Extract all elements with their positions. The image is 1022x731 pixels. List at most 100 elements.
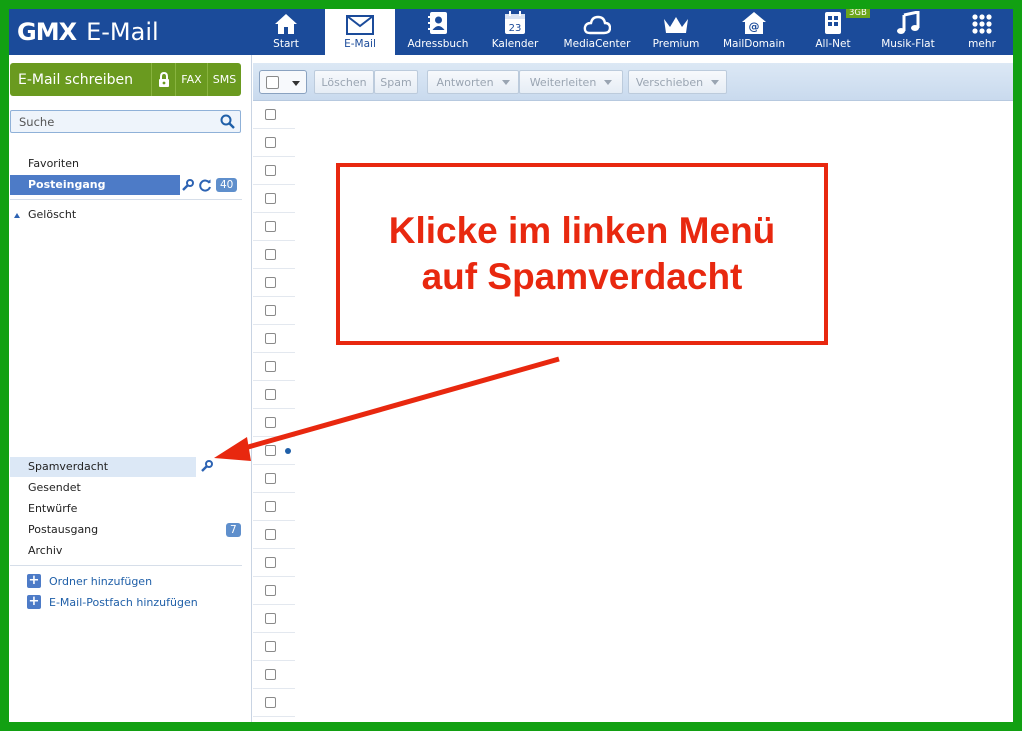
row-checkbox[interactable] — [265, 305, 276, 316]
table-row[interactable] — [253, 129, 295, 157]
row-checkbox[interactable] — [265, 501, 276, 512]
address-book-icon — [428, 12, 447, 34]
forward-button[interactable]: Weiterleiten — [519, 70, 623, 94]
table-row[interactable] — [253, 297, 295, 325]
row-checkbox[interactable] — [265, 361, 276, 372]
refresh-icon[interactable] — [198, 178, 212, 192]
nav-start[interactable]: Start — [256, 9, 316, 55]
add-folder-link[interactable]: + Ordner hinzufügen — [27, 574, 152, 588]
row-checkbox[interactable] — [265, 473, 276, 484]
nav-all-net[interactable]: 3GB All-Net — [804, 9, 870, 55]
wrench-icon[interactable] — [181, 178, 194, 192]
row-checkbox[interactable] — [265, 557, 276, 568]
move-button[interactable]: Verschieben — [628, 70, 727, 94]
table-row[interactable] — [253, 409, 295, 437]
row-checkbox[interactable] — [265, 585, 276, 596]
row-checkbox[interactable] — [265, 697, 276, 708]
spam-button[interactable]: Spam — [374, 70, 418, 94]
nav-mehr[interactable]: mehr — [957, 9, 1007, 55]
folder-archiv[interactable]: Archiv — [10, 541, 241, 561]
add-folder-label: Ordner hinzufügen — [49, 574, 153, 588]
table-row[interactable] — [253, 689, 295, 717]
table-row[interactable] — [253, 605, 295, 633]
search-icon[interactable] — [220, 114, 235, 129]
table-row[interactable] — [253, 185, 295, 213]
reply-button[interactable]: Antworten — [427, 70, 519, 94]
search-box — [10, 110, 241, 133]
wrench-icon[interactable] — [200, 460, 213, 473]
music-note-icon — [897, 11, 920, 34]
nav-mediacenter[interactable]: MediaCenter — [557, 9, 637, 55]
table-row[interactable] — [253, 577, 295, 605]
maildomain-house-icon: @ — [742, 12, 766, 34]
table-row[interactable] — [253, 493, 295, 521]
table-row[interactable] — [253, 157, 295, 185]
mail-toolbar: Löschen Spam Antworten Weiterleiten Vers… — [253, 63, 1013, 101]
compose-bar: E-Mail schreiben FAX SMS — [10, 63, 241, 96]
folder-favoriten[interactable]: Favoriten — [10, 154, 241, 174]
nav-label: Start — [273, 38, 299, 50]
row-checkbox[interactable] — [265, 193, 276, 204]
row-checkbox[interactable] — [265, 641, 276, 652]
row-checkbox[interactable] — [265, 221, 276, 232]
nav-email[interactable]: E-Mail — [325, 9, 395, 55]
select-all-dropdown[interactable] — [259, 70, 307, 94]
table-row[interactable] — [253, 213, 295, 241]
folder-geloescht[interactable]: Gelöscht — [10, 205, 241, 225]
chevron-down-icon — [711, 79, 720, 85]
expand-triangle-icon[interactable] — [14, 213, 20, 218]
row-checkbox[interactable] — [265, 417, 276, 428]
folder-postausgang[interactable]: Postausgang — [10, 520, 241, 540]
gmx-mail-window: GMX E-Mail Start E-Mail Adressbuch 23 Ka… — [9, 9, 1013, 722]
table-row[interactable] — [253, 241, 295, 269]
table-row[interactable] — [253, 269, 295, 297]
row-checkbox[interactable] — [265, 277, 276, 288]
add-mailbox-link[interactable]: + E-Mail-Postfach hinzufügen — [27, 595, 198, 609]
row-checkbox[interactable] — [265, 109, 276, 120]
table-row[interactable] — [253, 661, 295, 689]
folder-gesendet[interactable]: Gesendet — [10, 478, 241, 498]
nav-maildomain[interactable]: @ MailDomain — [716, 9, 792, 55]
search-input[interactable] — [11, 111, 211, 133]
delete-button[interactable]: Löschen — [314, 70, 374, 94]
row-checkbox[interactable] — [265, 165, 276, 176]
row-checkbox[interactable] — [265, 389, 276, 400]
folder-spamverdacht[interactable]: Spamverdacht — [10, 457, 196, 477]
table-row[interactable] — [253, 353, 295, 381]
table-row[interactable] — [253, 381, 295, 409]
row-checkbox[interactable] — [265, 333, 276, 344]
fax-button[interactable]: FAX — [175, 63, 207, 96]
table-row[interactable] — [253, 325, 295, 353]
cloud-icon — [583, 15, 611, 35]
folder-posteingang[interactable]: Posteingang — [10, 175, 180, 195]
svg-text:@: @ — [749, 20, 760, 33]
gmx-logo[interactable]: GMX E-Mail — [17, 15, 159, 49]
folder-entwuerfe[interactable]: Entwürfe — [10, 499, 241, 519]
sms-button[interactable]: SMS — [207, 63, 241, 96]
nav-adressbuch[interactable]: Adressbuch — [403, 9, 473, 55]
chevron-down-icon — [292, 81, 300, 86]
nav-kalender[interactable]: 23 Kalender — [485, 9, 545, 55]
table-row[interactable] — [253, 465, 295, 493]
divider — [10, 199, 242, 200]
encrypted-compose-button[interactable] — [151, 63, 175, 96]
row-checkbox[interactable] — [265, 529, 276, 540]
table-row[interactable] — [253, 633, 295, 661]
table-row[interactable] — [253, 101, 295, 129]
row-checkbox[interactable] — [265, 137, 276, 148]
nav-musik-flat[interactable]: Musik-Flat — [873, 9, 943, 55]
nav-label: MailDomain — [722, 38, 786, 50]
unread-dot-icon — [285, 448, 291, 454]
row-checkbox[interactable] — [265, 613, 276, 624]
row-checkbox[interactable] — [265, 669, 276, 680]
row-checkbox[interactable] — [265, 445, 276, 456]
nav-premium[interactable]: Premium — [646, 9, 706, 55]
table-row[interactable] — [253, 521, 295, 549]
compose-email-button[interactable]: E-Mail schreiben — [10, 72, 151, 88]
table-row[interactable] — [253, 549, 295, 577]
callout-line-1: Klicke im linken Menü — [388, 210, 776, 251]
row-checkbox[interactable] — [265, 249, 276, 260]
table-row[interactable] — [253, 437, 295, 465]
forward-label: Weiterleiten — [529, 75, 597, 89]
select-all-checkbox[interactable] — [266, 76, 279, 89]
